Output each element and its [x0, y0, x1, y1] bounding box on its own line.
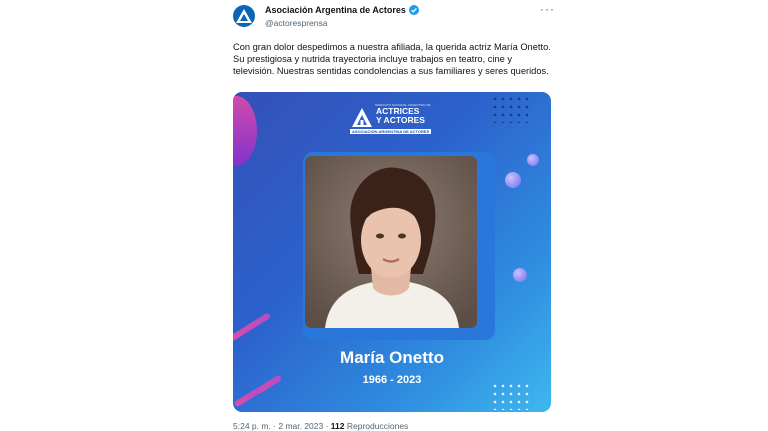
account-handle[interactable]: @actoresprensa: [265, 18, 328, 28]
views-label: Reproducciones: [344, 421, 409, 431]
tweet-text: Con gran dolor despedimos a nuestra afil…: [233, 42, 551, 76]
tweet-image[interactable]: SINDICATO NACIONAL ARGENTINO DE ACTRICES…: [233, 92, 551, 412]
decorative-circle: [527, 154, 539, 166]
display-name[interactable]: Asociación Argentina de Actores: [265, 5, 406, 15]
views-count: 112: [330, 421, 345, 431]
portrait-illustration: [305, 156, 477, 328]
decorative-circle: [505, 172, 521, 188]
person-name: María Onetto: [340, 348, 444, 367]
logo-mark-icon: [352, 108, 372, 127]
decorative-stripe: [233, 312, 272, 342]
actrices-y-actores-logo: SINDICATO NACIONAL ARGENTINO DE ACTRICES…: [350, 103, 433, 135]
decorative-dots: [491, 382, 531, 410]
life-years: 1966 - 2023: [362, 374, 422, 386]
tweet-timestamp[interactable]: 5:24 p. m. · 2 mar. 2023 ·: [233, 421, 331, 431]
logo-title-line2: Y ACTORES: [376, 115, 425, 125]
portrait-photo: [305, 156, 477, 328]
decorative-circle: [513, 268, 527, 282]
decorative-stripe: [233, 386, 263, 408]
decorative-blob: [233, 96, 257, 166]
verified-badge-icon: [408, 5, 419, 15]
tweet: Asociación Argentina de Actores @actores…: [218, 0, 558, 431]
aaa-logo-icon: [236, 9, 252, 23]
account-name-row: Asociación Argentina de Actores: [265, 5, 419, 15]
decorative-dots: [491, 95, 531, 123]
more-options-icon[interactable]: ···: [540, 2, 555, 16]
avatar[interactable]: [233, 5, 255, 27]
tweet-metadata: 5:24 p. m. · 2 mar. 2023 · 112 Reproducc…: [233, 421, 408, 431]
logo-subtitle: ASOCIACIÓN ARGENTINA DE ACTORES: [350, 129, 432, 134]
